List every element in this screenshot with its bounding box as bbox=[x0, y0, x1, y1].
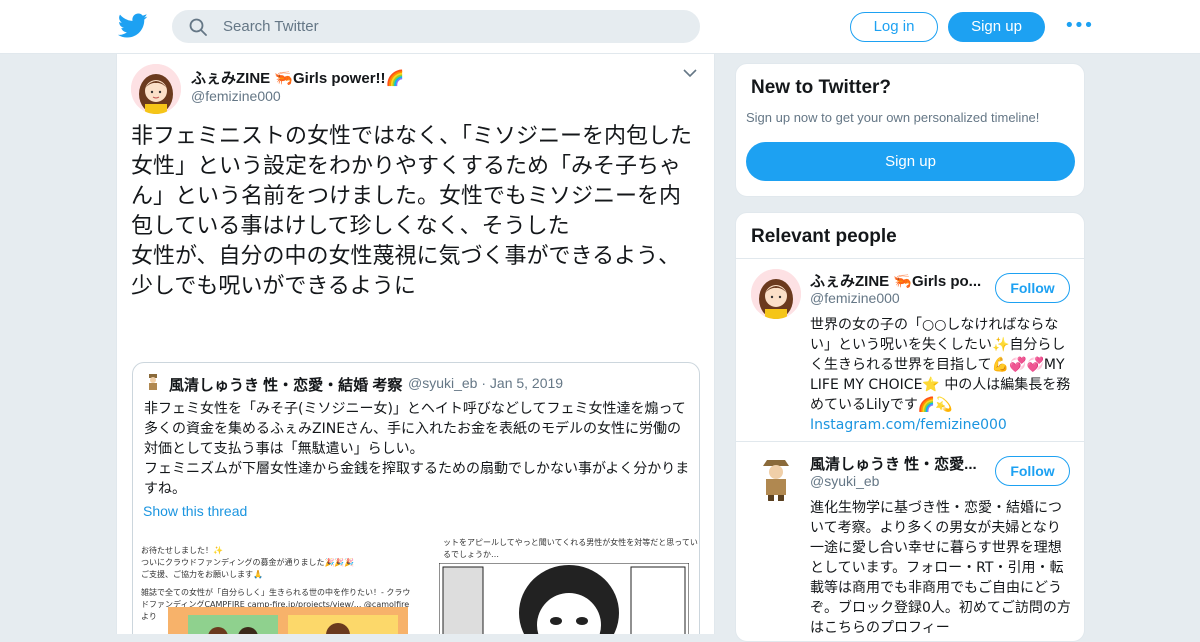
chevron-down-icon[interactable] bbox=[683, 68, 697, 78]
search-icon bbox=[189, 18, 207, 36]
search-box[interactable] bbox=[172, 10, 700, 43]
image2-caption: ットをアピールしてやっと聞いてくれる男性が女性を対等だと思っているでしょうか… bbox=[443, 538, 698, 559]
login-button[interactable]: Log in bbox=[850, 12, 938, 42]
show-thread-link[interactable]: Show this thread bbox=[143, 503, 247, 519]
person-name[interactable]: ふぇみZINE 🦐Girls po... bbox=[810, 270, 986, 291]
follow-button[interactable]: Follow bbox=[995, 273, 1070, 303]
relevant-people-card: Relevant people ふぇみZINE 🦐Girls po... @fe… bbox=[735, 212, 1085, 642]
avatar[interactable] bbox=[751, 452, 801, 502]
person-item[interactable]: 風清しゅうき 性・恋愛... @syuki_eb Follow 進化生物学に基づ… bbox=[736, 442, 1084, 641]
avatar[interactable] bbox=[751, 269, 801, 319]
sidebar-signup-button[interactable]: Sign up bbox=[746, 142, 1075, 181]
author-handle[interactable]: @femizine000 bbox=[191, 88, 281, 104]
tweet-text: 非フェミニストの女性ではなく、「ミソジニーを内包した女性」という設定をわかりやす… bbox=[131, 124, 693, 299]
relevant-people-title: Relevant people bbox=[751, 226, 897, 247]
quoted-handle-date: @syuki_eb · Jan 5, 2019 bbox=[408, 375, 564, 391]
new-to-twitter-title: New to Twitter? bbox=[751, 77, 892, 98]
more-icon[interactable]: ••• bbox=[1064, 17, 1094, 35]
twitter-bird-icon[interactable] bbox=[118, 13, 148, 39]
author-avatar[interactable] bbox=[131, 64, 181, 114]
search-input[interactable] bbox=[223, 11, 683, 42]
person-handle[interactable]: @syuki_eb bbox=[810, 473, 879, 489]
tweet-panel: ふぇみZINE 🦐Girls power!!🌈 @femizine000 非フェ… bbox=[116, 54, 715, 634]
quoted-image-2[interactable]: ットをアピールしてやっと聞いてくれる男性が女性を対等だと思っているでしょうか… bbox=[419, 537, 699, 634]
person-item[interactable]: ふぇみZINE 🦐Girls po... @femizine000 Follow… bbox=[736, 259, 1084, 441]
follow-button[interactable]: Follow bbox=[995, 456, 1070, 486]
person-name[interactable]: 風清しゅうき 性・恋愛... bbox=[810, 453, 986, 474]
person-bio-text: 世界の女の子の「○○しなければならない」という呪いを失くしたい✨自分らしく生きら… bbox=[810, 317, 1071, 413]
quoted-image-1[interactable]: お待たせしました！✨ ついにクラウドファンディングの募金が通りました🎉🎉🎉 ご支… bbox=[133, 537, 415, 634]
person-handle[interactable]: @femizine000 bbox=[810, 290, 900, 306]
avatar-illustration-icon bbox=[751, 452, 801, 502]
top-bar: Log in Sign up ••• bbox=[0, 0, 1200, 54]
image2-manga-illustration bbox=[439, 563, 689, 634]
author-name[interactable]: ふぇみZINE 🦐Girls power!!🌈 bbox=[191, 67, 404, 88]
quoted-tweet[interactable]: 風清しゅうき 性・恋愛・結婚 考察 @syuki_eb · Jan 5, 201… bbox=[132, 362, 700, 634]
person-bio: 進化生物学に基づき性・恋愛・結婚について考察。より多くの男女が夫婦となり一途に愛… bbox=[810, 500, 1071, 636]
bio-link[interactable]: Instagram.com/femizine000 bbox=[810, 417, 1007, 433]
new-to-twitter-subtitle: Sign up now to get your own personalized… bbox=[746, 110, 1040, 125]
signup-button[interactable]: Sign up bbox=[948, 12, 1045, 42]
quoted-author-name[interactable]: 風清しゅうき 性・恋愛・結婚 考察 bbox=[169, 374, 402, 395]
new-to-twitter-card: New to Twitter? Sign up now to get your … bbox=[735, 63, 1085, 197]
person-bio: 世界の女の子の「○○しなければならない」という呪いを失くしたい✨自分らしく生きら… bbox=[810, 315, 1072, 435]
quoted-text: 非フェミ女性を「みそ子(ミソジニー女)」とヘイト呼びなどしてフェミ女性達を煽って… bbox=[144, 401, 690, 497]
avatar-illustration-icon bbox=[131, 64, 181, 114]
avatar-illustration-icon bbox=[751, 269, 801, 319]
quoted-avatar bbox=[149, 374, 157, 390]
